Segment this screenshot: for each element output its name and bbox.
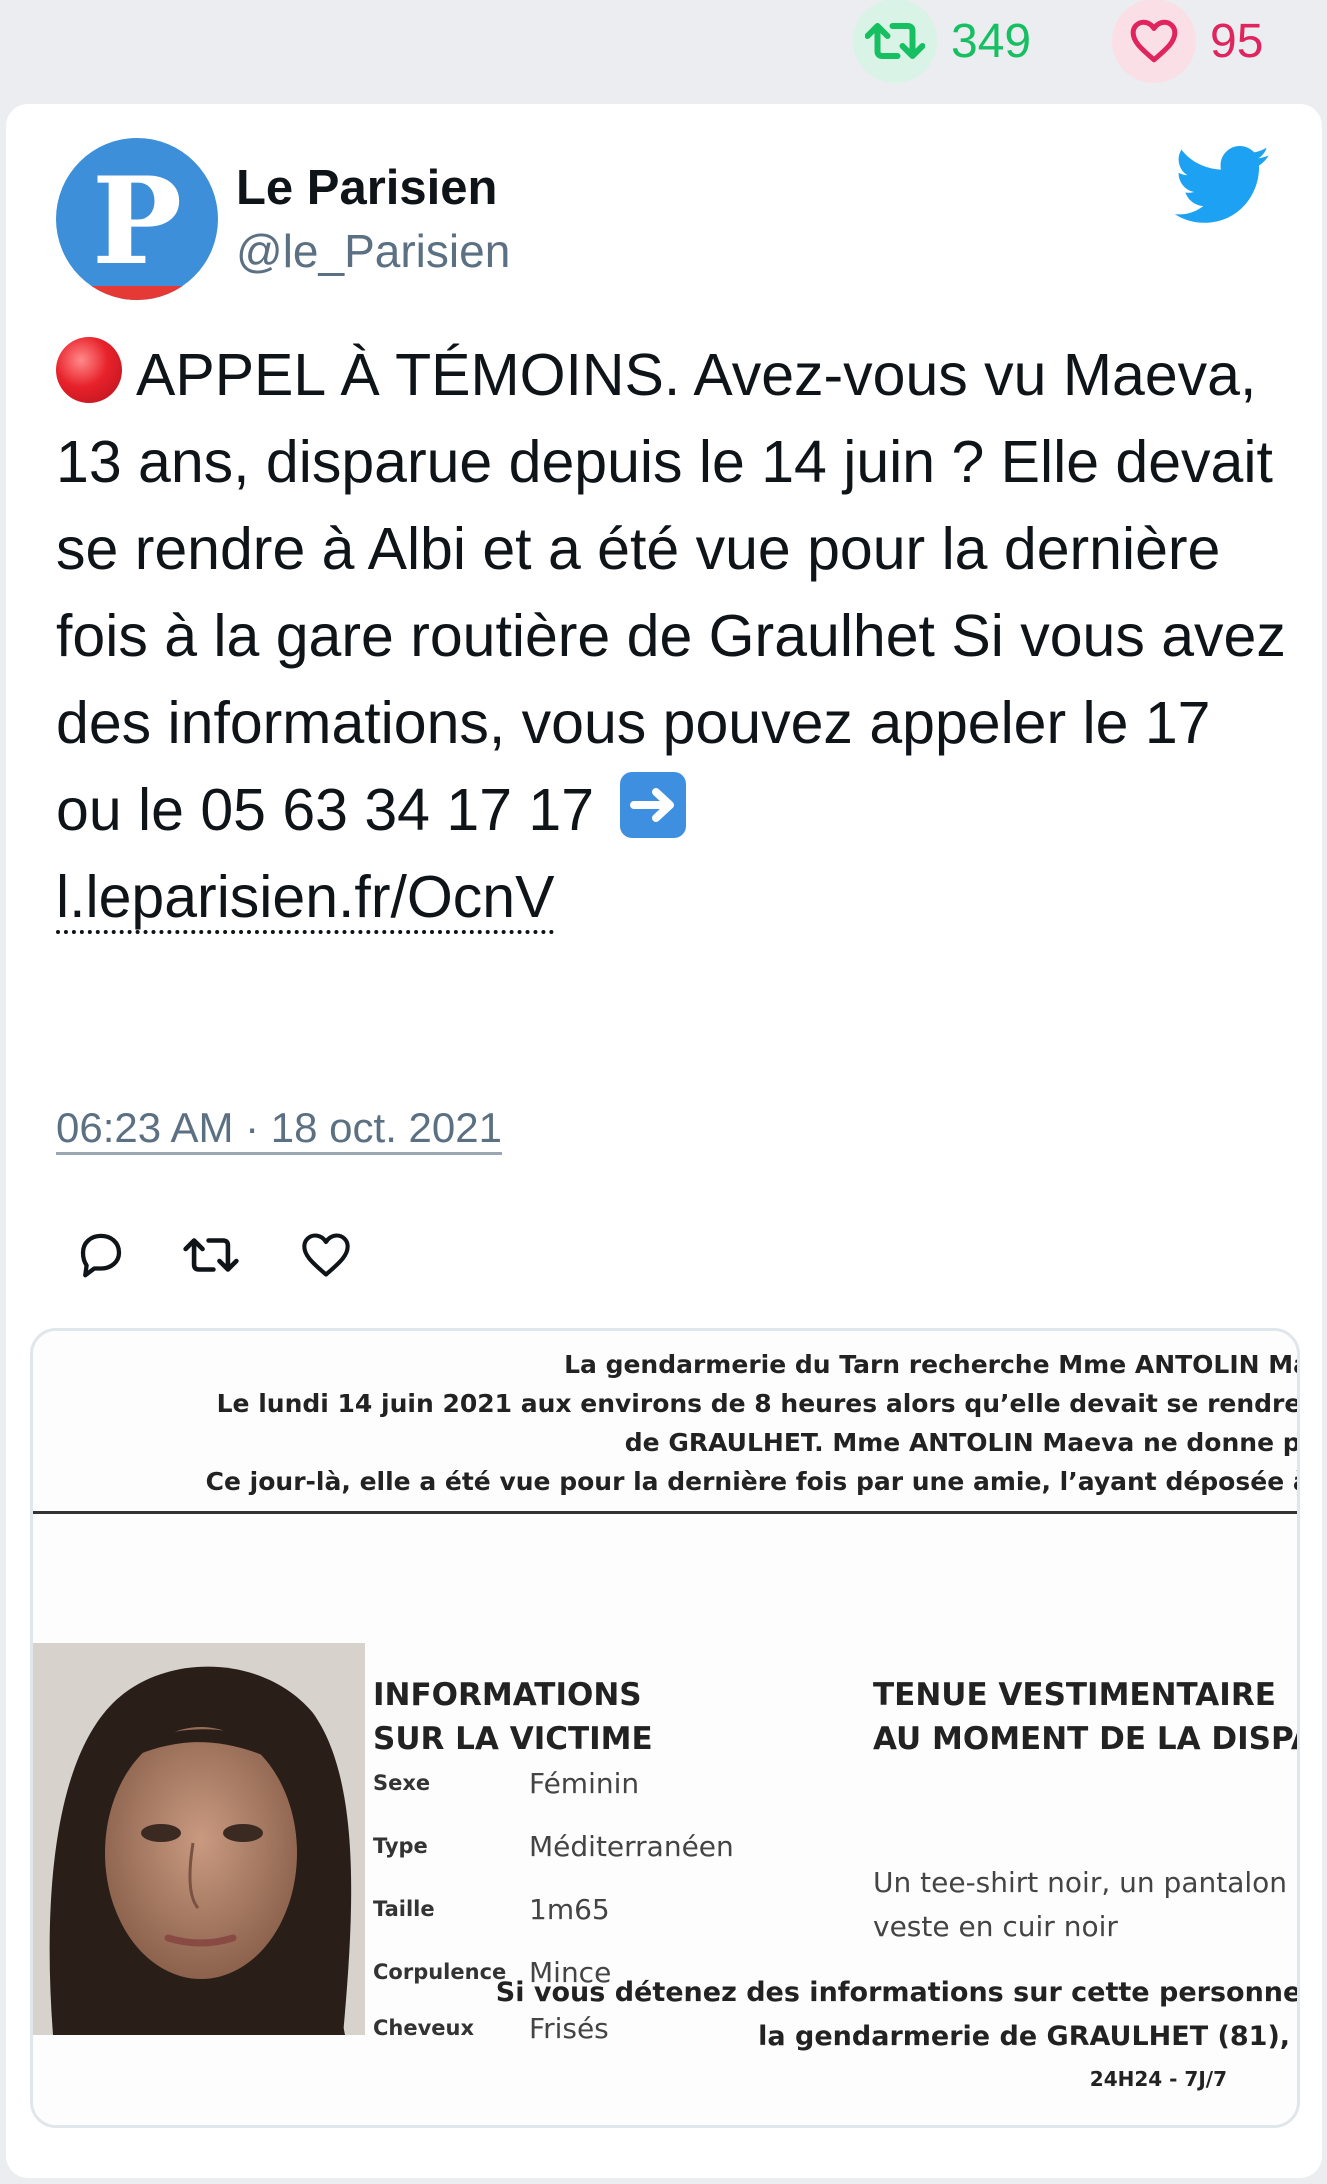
- poster-header-line: La gendarmerie du Tarn recherche Mme ANT…: [564, 1350, 1300, 1379]
- clothing-line: veste en cuir noir: [873, 1910, 1118, 1943]
- heart-icon: [1112, 0, 1196, 83]
- like-stat[interactable]: 95: [1112, 0, 1264, 83]
- author-name[interactable]: Le Parisien: [236, 160, 497, 216]
- stats-bar: 349 95: [0, 0, 1327, 83]
- red-circle-emoji-icon: [56, 337, 122, 403]
- clothing-line: Un tee-shirt noir, un pantalon le: [873, 1866, 1300, 1899]
- field-label: Sexe: [373, 1771, 431, 1795]
- like-count: 95: [1210, 14, 1264, 68]
- field-label: Type: [373, 1834, 428, 1858]
- reply-icon: [80, 1233, 122, 1278]
- clothing-heading-line: AU MOMENT DE LA DISPARI: [873, 1721, 1297, 1757]
- victim-info-heading-line: SUR LA VICTIME: [373, 1721, 653, 1757]
- tweet-timestamp[interactable]: 06:23 AM · 18 oct. 2021: [56, 1104, 502, 1155]
- right-arrow-emoji-icon: [620, 772, 687, 838]
- avatar[interactable]: P: [56, 138, 218, 300]
- retweet-icon: [853, 0, 937, 83]
- tweet-link[interactable]: l.leparisien.fr/OcnV: [56, 864, 555, 934]
- poster-header-line: Ce jour-là, elle a été vue pour la derni…: [205, 1467, 1300, 1496]
- reply-button[interactable]: [66, 1220, 136, 1290]
- victim-info-heading: INFORMATIONS SUR LA VICTIME: [373, 1673, 653, 1761]
- author-handle[interactable]: @le_Parisien: [236, 224, 510, 278]
- like-button[interactable]: [291, 1220, 361, 1290]
- poster-footer-line: Si vous détenez des informations sur cet…: [495, 1977, 1300, 2008]
- poster-divider: [33, 1511, 1297, 1514]
- poster-header-line: de GRAULHET. Mme ANTOLIN Maeva ne donne …: [624, 1428, 1300, 1457]
- tweet-text: APPEL À TÉMOINS. Avez-vous vu Maeva, 13 …: [56, 332, 1286, 941]
- poster-header-line: Le lundi 14 juin 2021 aux environs de 8 …: [216, 1389, 1300, 1418]
- field-label: Cheveux: [373, 2016, 475, 2040]
- field-value: Féminin: [529, 1767, 640, 1800]
- tweet-media-image[interactable]: La gendarmerie du Tarn recherche Mme ANT…: [30, 1328, 1300, 2128]
- poster-footer: Si vous détenez des informations sur cet…: [495, 1971, 1300, 2099]
- clothing-heading-line: TENUE VESTIMENTAIRE: [873, 1677, 1276, 1713]
- retweet-stat[interactable]: 349: [853, 0, 1032, 83]
- retweet-icon: [183, 1238, 239, 1272]
- clothing-heading: TENUE VESTIMENTAIRE AU MOMENT DE LA DISP…: [873, 1673, 1297, 1761]
- avatar-letter: P: [92, 151, 182, 292]
- victim-photo: [33, 1643, 365, 2035]
- tweet-body: APPEL À TÉMOINS. Avez-vous vu Maeva, 13 …: [56, 342, 1286, 843]
- field-value: 1m65: [529, 1893, 610, 1926]
- heart-icon: [302, 1233, 350, 1277]
- poster-footer-hours: 24H24 - 7J/7: [1089, 2067, 1227, 2091]
- victim-info-heading-line: INFORMATIONS: [373, 1677, 642, 1713]
- retweet-button[interactable]: [176, 1220, 246, 1290]
- field-label: Taille: [373, 1897, 435, 1921]
- clothing-description: Un tee-shirt noir, un pantalon le veste …: [873, 1861, 1300, 1949]
- twitter-bird-icon[interactable]: [1174, 146, 1272, 226]
- tweet-card: P Le Parisien @le_Parisien APPEL À TÉMOI…: [6, 104, 1322, 2178]
- poster-header: La gendarmerie du Tarn recherche Mme ANT…: [33, 1345, 1300, 1501]
- field-value: Méditerranéen: [529, 1830, 734, 1863]
- poster-footer-line: la gendarmerie de GRAULHET (81), ap: [758, 2021, 1300, 2052]
- field-label: Corpulence: [373, 1960, 507, 1984]
- retweet-count: 349: [951, 14, 1032, 68]
